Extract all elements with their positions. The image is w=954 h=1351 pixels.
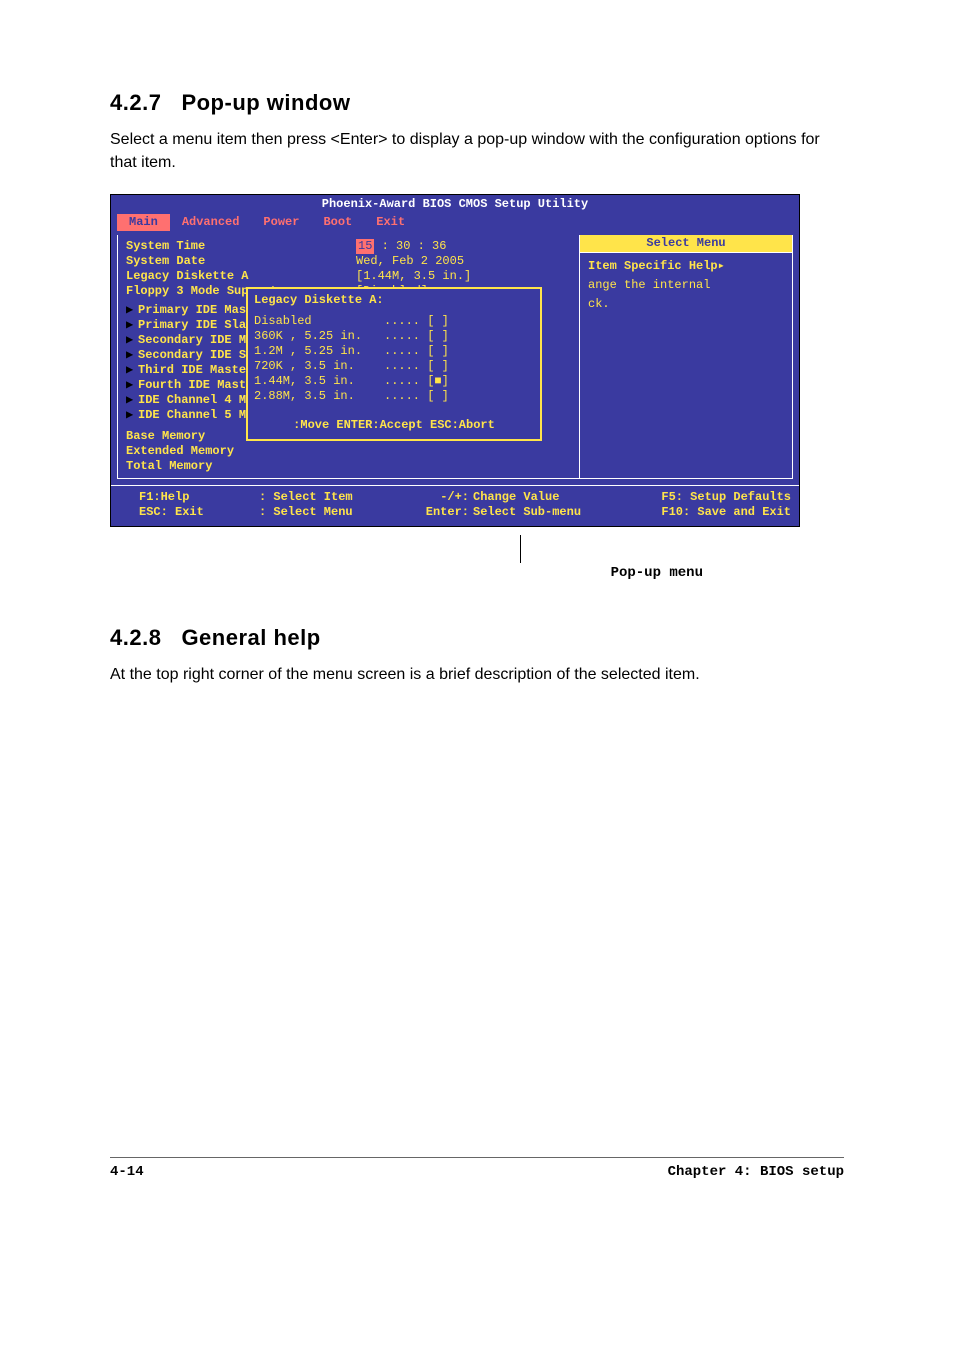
popup-option[interactable]: 360K , 5.25 in...... [ ]	[254, 329, 534, 344]
triangle-icon: ▶	[126, 378, 138, 393]
legacy-diskette-a-row[interactable]: Legacy Diskette A [1.44M, 3.5 in.]	[126, 269, 571, 284]
bios-help-pane: Select Menu Item Specific Help▸ ange the…	[580, 235, 793, 479]
system-date-row[interactable]: System Date Wed, Feb 2 2005	[126, 254, 571, 269]
triangle-icon: ▶	[126, 303, 138, 318]
field-value: [1.44M, 3.5 in.]	[356, 269, 471, 284]
bios-screenshot: Phoenix-Award BIOS CMOS Setup Utility Ma…	[110, 194, 844, 581]
bios-title: Phoenix-Award BIOS CMOS Setup Utility	[111, 195, 799, 214]
bios-main-pane: System Time 15 : 30 : 36 System Date Wed…	[117, 235, 580, 479]
triangle-icon: ▶	[126, 393, 138, 408]
hotkey-select-sub: Select Sub-menu	[473, 505, 633, 520]
section-number: 4.2.8	[110, 625, 161, 651]
hotkey-sel-item: : Select Item	[259, 490, 409, 505]
tab-main[interactable]: Main	[117, 214, 170, 231]
callout-label: Pop-up menu	[611, 565, 703, 581]
section-title: Pop-up window	[181, 90, 350, 115]
popup-title: Legacy Diskette A:	[254, 293, 534, 308]
section-title: General help	[181, 625, 320, 650]
page-footer: 4-14 Chapter 4: BIOS setup	[110, 1157, 844, 1180]
page-number: 4-14	[110, 1164, 144, 1180]
hotkey-f10: F10: Save and Exit	[633, 505, 791, 520]
hotkey-change-value: Change Value	[473, 490, 633, 505]
help-text-line: ange the internal	[588, 278, 784, 293]
field-value: : 30 : 36	[374, 239, 446, 254]
bios-hotkey-bar: F1:Help : Select Item -/+: Change Value …	[111, 485, 799, 526]
triangle-icon: ▶	[126, 408, 138, 423]
help-heading: Item Specific Help▸	[588, 259, 784, 274]
chapter-title: Chapter 4: BIOS setup	[668, 1164, 844, 1180]
field-value: Wed, Feb 2 2005	[356, 254, 464, 269]
field-label: System Date	[126, 254, 356, 269]
triangle-icon: ▶	[126, 363, 138, 378]
field-label: System Time	[126, 239, 356, 254]
popup-option[interactable]: Disabled..... [ ]	[254, 314, 534, 329]
popup-option[interactable]: 1.2M , 5.25 in...... [ ]	[254, 344, 534, 359]
hotkey-plusminus: -/+:	[409, 490, 473, 505]
triangle-icon: ▶	[126, 348, 138, 363]
system-time-row[interactable]: System Time 15 : 30 : 36	[126, 239, 571, 254]
field-value-highlight: 15	[356, 239, 374, 254]
popup-window: Legacy Diskette A: Disabled..... [ ] 360…	[246, 287, 542, 441]
hotkey-enter: Enter:	[409, 505, 473, 520]
hotkey-f1: F1:Help	[139, 490, 259, 505]
tab-boot[interactable]: Boot	[311, 214, 364, 231]
callout-line-icon	[520, 535, 521, 563]
tab-exit[interactable]: Exit	[364, 214, 417, 231]
hotkey-esc: ESC: Exit	[139, 505, 259, 520]
callout: Pop-up menu	[110, 535, 844, 581]
hotkey-f5: F5: Setup Defaults	[633, 490, 791, 505]
popup-option[interactable]: 2.88M, 3.5 in...... [ ]	[254, 389, 534, 404]
popup-option[interactable]: 720K , 3.5 in...... [ ]	[254, 359, 534, 374]
section-body: At the top right corner of the menu scre…	[110, 663, 844, 686]
extended-memory-label: Extended Memory	[126, 444, 356, 459]
field-label: Legacy Diskette A	[126, 269, 356, 284]
section-heading: 4.2.8 General help	[110, 625, 844, 651]
section-body: Select a menu item then press <Enter> to…	[110, 128, 844, 174]
triangle-icon: ▶	[126, 333, 138, 348]
popup-option[interactable]: 1.44M, 3.5 in...... [■]	[254, 374, 534, 389]
bios-tab-bar: Main Advanced Power Boot Exit	[111, 214, 799, 231]
help-text-line: ck.	[588, 297, 784, 312]
triangle-icon: ▶	[126, 318, 138, 333]
tab-power[interactable]: Power	[251, 214, 311, 231]
section-heading: 4.2.7 Pop-up window	[110, 90, 844, 116]
total-memory-label: Total Memory	[126, 459, 356, 474]
section-number: 4.2.7	[110, 90, 161, 116]
select-menu-title: Select Menu	[580, 235, 792, 253]
tab-advanced[interactable]: Advanced	[170, 214, 252, 231]
hotkey-sel-menu: : Select Menu	[259, 505, 409, 520]
popup-footer: :Move ENTER:Accept ESC:Abort	[254, 418, 534, 433]
